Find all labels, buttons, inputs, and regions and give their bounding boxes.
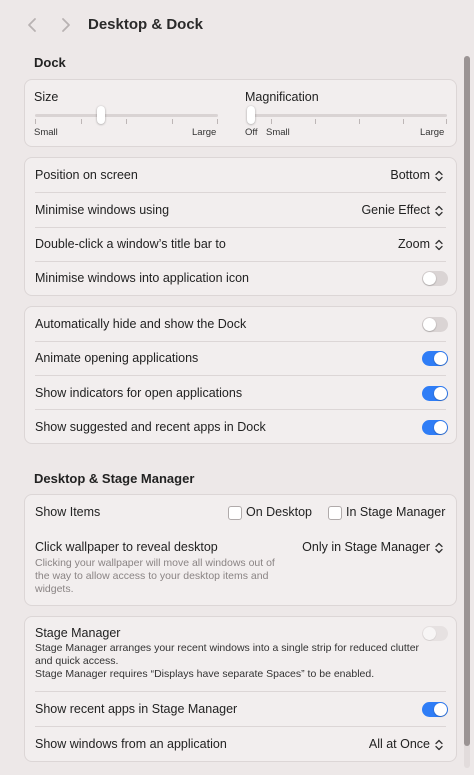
position-select-stepper[interactable] xyxy=(433,168,445,183)
toggle-knob xyxy=(434,352,447,365)
dock-options-card: Automatically hide and show the Dock Ani… xyxy=(24,306,457,444)
recent-apps-toggle[interactable] xyxy=(422,702,448,717)
size-tick xyxy=(126,119,127,124)
dock-sliders-card: Size Small Large Magnification Off Small… xyxy=(24,79,457,147)
toggle-knob xyxy=(434,703,447,716)
toggle-knob xyxy=(423,272,436,285)
show-items-row: Show Items On Desktop In Stage Manager xyxy=(25,495,456,529)
animate-row: Animate opening applications xyxy=(25,341,456,375)
minimise-into-icon-toggle[interactable] xyxy=(422,271,448,286)
magnification-slider-track[interactable] xyxy=(247,114,447,117)
size-label: Size xyxy=(34,90,59,104)
dock-behavior-card: Position on screen Bottom Minimise windo… xyxy=(24,157,457,296)
animate-label: Animate opening applications xyxy=(35,351,199,365)
position-row: Position on screen Bottom xyxy=(25,158,456,192)
show-windows-select[interactable]: All at Once xyxy=(369,737,430,751)
show-windows-row: Show windows from an application All at … xyxy=(25,727,456,761)
up-down-chevron-icon xyxy=(435,542,443,553)
toggle-knob xyxy=(423,318,436,331)
magnification-label: Magnification xyxy=(245,90,319,104)
indicators-row: Show indicators for open applications xyxy=(25,376,456,410)
on-desktop-checkbox[interactable] xyxy=(228,506,242,520)
autohide-toggle[interactable] xyxy=(422,317,448,332)
up-down-chevron-icon xyxy=(435,239,443,250)
magnification-tick xyxy=(359,119,360,124)
click-wallpaper-select[interactable]: Only in Stage Manager xyxy=(302,540,430,554)
up-down-chevron-icon xyxy=(435,170,443,181)
size-tick xyxy=(217,119,218,124)
size-slider-track[interactable] xyxy=(35,114,218,117)
size-min-label: Small xyxy=(34,127,58,138)
chevron-left-icon xyxy=(28,18,36,32)
scrollbar[interactable] xyxy=(464,56,470,768)
click-wallpaper-stepper[interactable] xyxy=(433,540,445,555)
animate-toggle[interactable] xyxy=(422,351,448,366)
autohide-label: Automatically hide and show the Dock xyxy=(35,317,247,331)
page-title: Desktop & Dock xyxy=(88,16,204,33)
double-click-row: Double-click a window’s title bar to Zoo… xyxy=(25,227,456,261)
size-slider-thumb[interactable] xyxy=(96,106,105,124)
recent-apps-row: Show recent apps in Stage Manager xyxy=(25,692,456,726)
minimise-into-icon-row: Minimise windows into application icon xyxy=(25,261,456,295)
magnification-tick xyxy=(403,119,404,124)
show-items-label: Show Items xyxy=(35,505,101,519)
size-tick xyxy=(81,119,82,124)
click-wallpaper-label: Click wallpaper to reveal desktop xyxy=(35,540,218,554)
chevron-right-icon xyxy=(62,18,70,32)
up-down-chevron-icon xyxy=(435,205,443,216)
stage-manager-label: Stage Manager xyxy=(35,626,121,640)
stage-section-heading: Desktop & Stage Manager xyxy=(34,471,195,486)
double-click-select[interactable]: Zoom xyxy=(398,237,430,251)
title-bar: Desktop & Dock xyxy=(0,0,474,50)
magnification-off-label: Off xyxy=(245,127,258,138)
magnification-tick xyxy=(446,119,447,124)
recent-apps-label: Show recent apps in Stage Manager xyxy=(35,702,238,716)
forward-button[interactable] xyxy=(56,14,76,36)
show-windows-stepper[interactable] xyxy=(433,737,445,752)
in-stage-manager-checkbox[interactable] xyxy=(328,506,342,520)
indicators-label: Show indicators for open applications xyxy=(35,386,243,400)
size-tick xyxy=(172,119,173,124)
double-click-stepper[interactable] xyxy=(433,237,445,252)
magnification-max-label: Large xyxy=(420,127,445,138)
autohide-row: Automatically hide and show the Dock xyxy=(25,307,456,341)
click-wallpaper-row: Click wallpaper to reveal desktop Only i… xyxy=(25,530,456,605)
minimise-using-select[interactable]: Genie Effect xyxy=(361,203,430,217)
up-down-chevron-icon xyxy=(435,739,443,750)
suggested-apps-row: Show suggested and recent apps in Dock xyxy=(25,410,456,444)
stage-manager-requirement: Stage Manager requires “Displays have se… xyxy=(35,668,375,680)
toggle-knob xyxy=(434,387,447,400)
magnification-slider-thumb[interactable] xyxy=(247,106,255,124)
in-stage-manager-label[interactable]: In Stage Manager xyxy=(346,505,445,519)
click-wallpaper-description: Clicking your wallpaper will move all wi… xyxy=(35,557,275,595)
position-select[interactable]: Bottom xyxy=(390,168,430,182)
scrollbar-thumb[interactable] xyxy=(464,56,470,746)
stage-manager-description: Stage Manager arranges your recent windo… xyxy=(35,642,420,667)
stage-manager-row: Stage Manager Stage Manager arranges you… xyxy=(25,617,456,691)
stage-manager-card: Stage Manager Stage Manager arranges you… xyxy=(24,616,457,762)
back-button[interactable] xyxy=(22,14,42,36)
settings-window: Desktop & Dock Dock Size Small Large Mag… xyxy=(0,0,474,775)
minimise-into-icon-label: Minimise windows into application icon xyxy=(35,271,249,285)
toggle-knob xyxy=(434,421,447,434)
double-click-label: Double-click a window’s title bar to xyxy=(35,237,226,251)
magnification-min-label: Small xyxy=(266,127,290,138)
indicators-toggle[interactable] xyxy=(422,386,448,401)
magnification-tick xyxy=(271,119,272,124)
on-desktop-label[interactable]: On Desktop xyxy=(246,505,312,519)
show-windows-label: Show windows from an application xyxy=(35,737,227,751)
suggested-apps-toggle[interactable] xyxy=(422,420,448,435)
stage-manager-toggle[interactable] xyxy=(422,626,448,641)
minimise-using-row: Minimise windows using Genie Effect xyxy=(25,193,456,227)
dock-section-heading: Dock xyxy=(34,55,66,70)
size-tick xyxy=(35,119,36,124)
size-max-label: Large xyxy=(192,127,217,138)
minimise-using-label: Minimise windows using xyxy=(35,203,170,217)
minimise-using-stepper[interactable] xyxy=(433,203,445,218)
magnification-tick xyxy=(315,119,316,124)
toggle-knob xyxy=(423,627,436,640)
desktop-card: Show Items On Desktop In Stage Manager C… xyxy=(24,494,457,606)
position-label: Position on screen xyxy=(35,168,138,182)
suggested-apps-label: Show suggested and recent apps in Dock xyxy=(35,420,266,434)
